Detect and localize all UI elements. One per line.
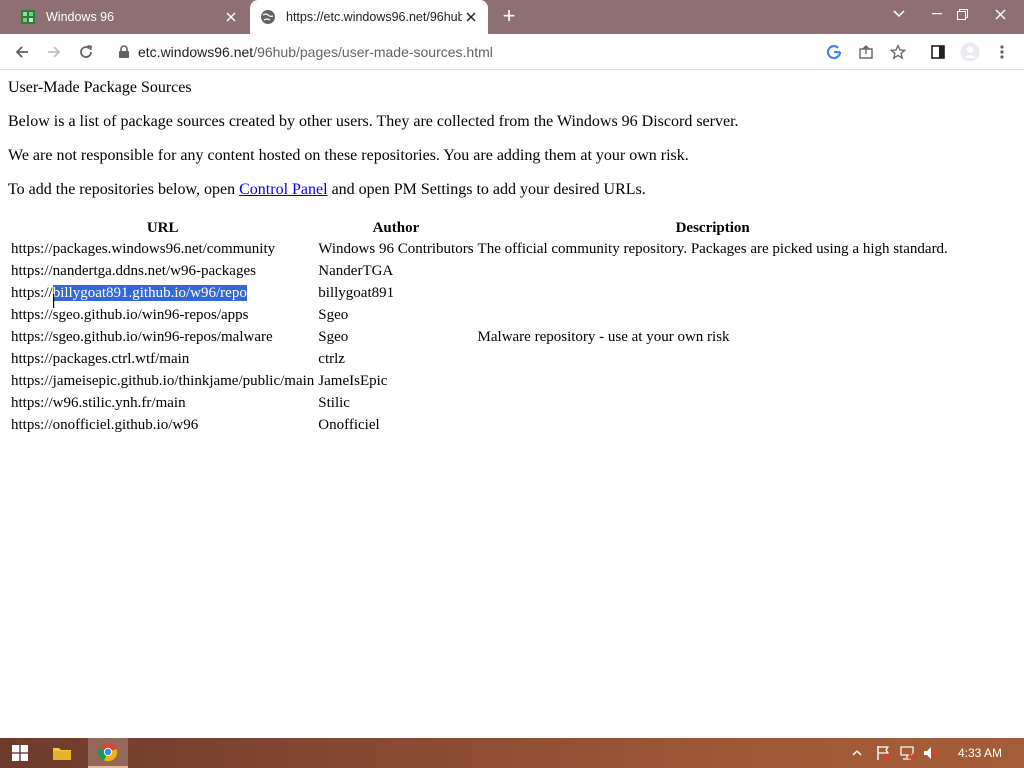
column-header-description: Description bbox=[675, 219, 750, 236]
address-bar[interactable]: etc.windows96.net/96hub/pages/user-made-… bbox=[110, 39, 910, 65]
tab-search-chevron-icon[interactable] bbox=[884, 0, 914, 28]
url-text[interactable]: etc.windows96.net/96hub/pages/user-made-… bbox=[138, 44, 493, 60]
tab-96hub[interactable]: https://etc.windows96.net/96hub bbox=[250, 0, 488, 34]
instructions-text: To add the repositories below, open Cont… bbox=[8, 181, 646, 199]
url-cell[interactable]: https://sgeo.github.io/win96-repos/apps bbox=[10, 306, 315, 326]
flag-notification-icon[interactable] bbox=[872, 738, 894, 768]
table-row: https://sgeo.github.io/win96-repos/apps … bbox=[10, 306, 949, 326]
description-cell bbox=[477, 394, 949, 414]
column-header-author: Author bbox=[372, 219, 420, 236]
volume-muted-icon[interactable] bbox=[920, 738, 942, 768]
restore-icon[interactable] bbox=[947, 0, 977, 28]
author-cell: billygoat891 bbox=[318, 285, 395, 301]
url-cell[interactable]: https://nandertga.ddns.net/w96-packages bbox=[10, 262, 315, 282]
forward-arrow-icon[interactable] bbox=[42, 40, 66, 64]
author-cell: Onofficiel bbox=[318, 417, 380, 433]
kebab-menu-icon[interactable] bbox=[990, 40, 1014, 64]
description-cell: Malware repository - use at your own ris… bbox=[477, 329, 730, 345]
table-row: https://sgeo.github.io/win96-repos/malwa… bbox=[10, 328, 949, 348]
url-host: etc.windows96.net bbox=[138, 44, 254, 60]
table-row: https://onofficiel.github.io/w96 Onoffic… bbox=[10, 416, 949, 436]
globe-icon bbox=[261, 10, 275, 24]
selected-url-text[interactable]: billygoat891.github.io/w96/repo bbox=[52, 285, 247, 301]
tab-windows-96[interactable]: Windows 96 bbox=[8, 0, 248, 34]
table-row: https://nandertga.ddns.net/w96-packages … bbox=[10, 262, 949, 282]
instructions-before: To add the repositories below, open bbox=[8, 181, 240, 198]
url-cell[interactable]: https://packages.windows96.net/community bbox=[10, 240, 315, 260]
reload-icon[interactable] bbox=[74, 40, 98, 64]
description-cell bbox=[477, 284, 949, 304]
tab-label: https://etc.windows96.net/96hub bbox=[286, 10, 462, 24]
instructions-after: and open PM Settings to add your desired… bbox=[327, 181, 646, 198]
lock-icon[interactable] bbox=[118, 45, 130, 59]
url-path: /96hub/pages/user-made-sources.html bbox=[253, 44, 493, 60]
tab-close-icon[interactable] bbox=[222, 8, 240, 26]
url-cell[interactable]: https://w96.stilic.ynh.fr/main bbox=[10, 394, 315, 414]
taskbar: 4:33 AM bbox=[0, 738, 1024, 768]
url-cell[interactable]: https://onofficiel.github.io/w96 bbox=[10, 416, 315, 436]
description-cell bbox=[477, 416, 949, 436]
description-cell bbox=[477, 262, 949, 282]
description-cell bbox=[477, 350, 949, 370]
share-icon[interactable] bbox=[854, 40, 878, 64]
author-cell: NanderTGA bbox=[318, 263, 394, 279]
description-cell bbox=[477, 372, 949, 392]
profile-avatar-icon[interactable] bbox=[958, 40, 982, 64]
browser-tab-strip: Windows 96 https://etc.windows96.net/96h… bbox=[0, 0, 1024, 34]
tab-close-icon[interactable] bbox=[462, 8, 480, 26]
file-explorer-icon[interactable] bbox=[42, 738, 82, 768]
intro-text: Below is a list of package sources creat… bbox=[8, 113, 739, 130]
bookmark-star-icon[interactable] bbox=[886, 40, 910, 64]
table-row: https://jameisepic.github.io/thinkjame/p… bbox=[10, 372, 949, 392]
author-cell: Sgeo bbox=[318, 329, 349, 345]
table-row: https://packages.ctrl.wtf/main ctrlz bbox=[10, 350, 949, 370]
network-icon[interactable] bbox=[896, 738, 918, 768]
tab-label: Windows 96 bbox=[46, 10, 115, 24]
new-tab-icon[interactable]: + bbox=[498, 5, 520, 28]
close-window-icon[interactable] bbox=[985, 0, 1015, 28]
back-arrow-icon[interactable] bbox=[10, 40, 34, 64]
url-cell[interactable]: https://jameisepic.github.io/thinkjame/p… bbox=[10, 372, 315, 392]
taskbar-clock[interactable]: 4:33 AM bbox=[958, 738, 1002, 768]
windows96-favicon-icon bbox=[21, 10, 35, 24]
start-windows-icon[interactable] bbox=[0, 738, 40, 768]
author-cell: ctrlz bbox=[318, 351, 345, 367]
google-icon[interactable] bbox=[822, 40, 846, 64]
table-row: https://packages.windows96.net/community… bbox=[10, 240, 949, 260]
url-cell[interactable]: https://billygoat891.github.io/w96/repo bbox=[10, 284, 315, 304]
text-cursor-icon bbox=[53, 294, 55, 308]
chrome-taskbar-icon[interactable] bbox=[88, 738, 128, 768]
table-header-row: URL Author Description bbox=[10, 218, 949, 238]
table-row: https://w96.stilic.ynh.fr/main Stilic bbox=[10, 394, 949, 414]
page-content: User-Made Package Sources Below is a lis… bbox=[0, 71, 1024, 738]
author-cell: Stilic bbox=[318, 395, 350, 411]
description-cell bbox=[477, 306, 949, 326]
side-panel-icon[interactable] bbox=[926, 40, 950, 64]
sources-table: URL Author Description https://packages.… bbox=[8, 216, 951, 438]
author-cell: Sgeo bbox=[318, 307, 349, 323]
author-cell: Windows 96 Contributors bbox=[318, 241, 474, 257]
tray-overflow-chevron-icon[interactable] bbox=[848, 738, 866, 768]
url-prefix: https:// bbox=[11, 285, 53, 301]
page-heading: User-Made Package Sources bbox=[8, 79, 192, 96]
browser-toolbar: etc.windows96.net/96hub/pages/user-made-… bbox=[0, 34, 1024, 70]
description-cell: The official community repository. Packa… bbox=[477, 241, 948, 257]
author-cell: JameIsEpic bbox=[318, 373, 388, 389]
column-header-url: URL bbox=[146, 219, 179, 236]
url-cell[interactable]: https://packages.ctrl.wtf/main bbox=[10, 350, 315, 370]
url-cell[interactable]: https://sgeo.github.io/win96-repos/malwa… bbox=[10, 328, 315, 348]
control-panel-link[interactable]: Control Panel bbox=[239, 181, 327, 198]
table-row: https://billygoat891.github.io/w96/repo … bbox=[10, 284, 949, 304]
disclaimer-text: We are not responsible for any content h… bbox=[8, 147, 689, 164]
